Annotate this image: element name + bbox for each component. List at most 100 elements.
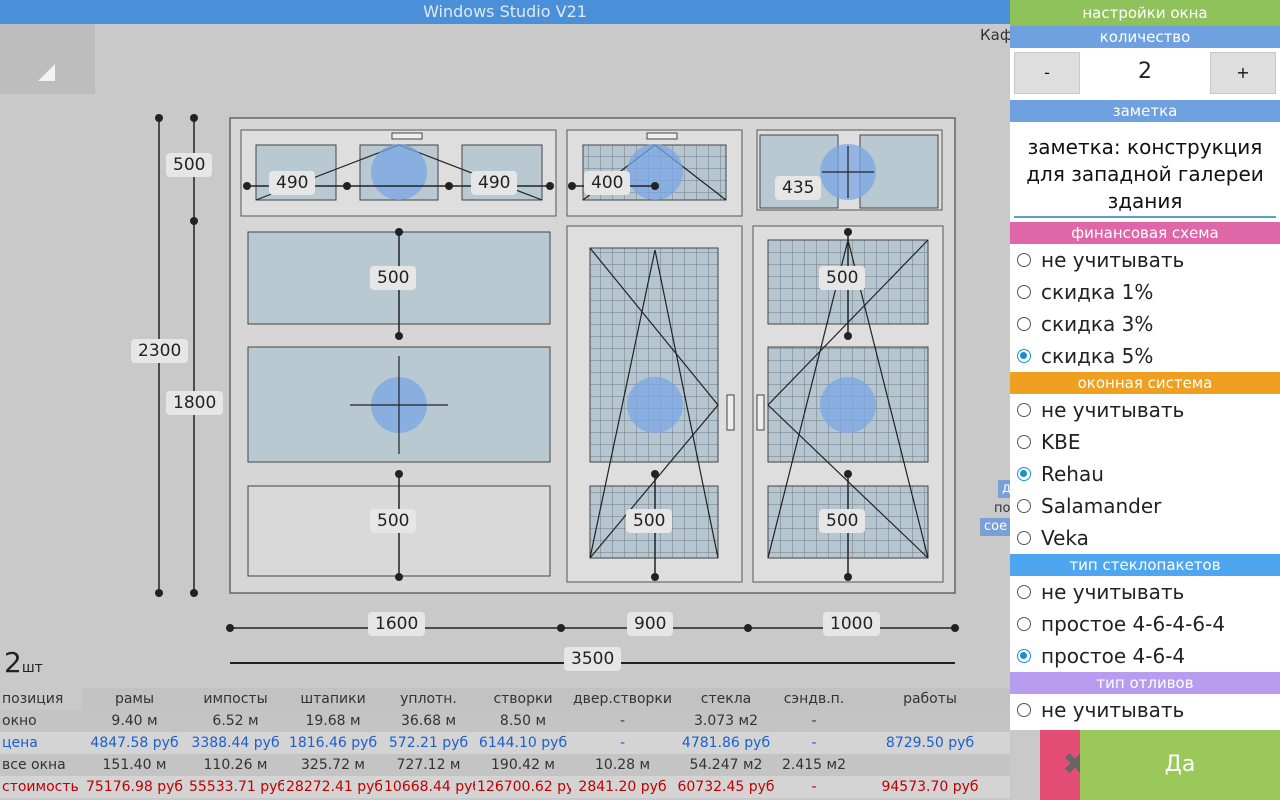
note-field[interactable]: заметка: конструкция для западной галере… [1014,126,1276,218]
glass-option[interactable]: не учитывать [1010,576,1280,608]
section-quantity: количество [1010,26,1280,48]
dim-v-total[interactable]: 2300 [131,339,189,363]
stats-header-cell: работы [850,688,1010,710]
dim-top-sash-4[interactable]: 435 [775,176,822,200]
stats-row-cost: стоимость 75176.98 руб 55533.71 руб 2827… [0,776,1010,798]
stats-header-cell: рамы [82,688,187,710]
stats-cell: 2841.20 руб [578,779,667,795]
stats-cell: 36.68 м [400,713,457,729]
stats-cell: 60732.45 руб [677,779,775,795]
stats-cell: 110.26 м [203,757,268,773]
sys-option[interactable]: Rehau [1010,458,1280,490]
stats-header-cell: двер.створки [571,688,674,710]
stats-cell: 10668.44 руб [384,779,475,795]
glass-option-label: простое 4-6-4 [1041,644,1186,668]
stats-header-cell: позиция [2,691,64,707]
drip-option-label: не учитывать [1041,698,1185,722]
radio-icon [1017,585,1031,599]
settings-panel: настройки окна количество - 2 + заметка … [1010,0,1280,730]
fin-option-label: скидка 3% [1041,312,1154,336]
stats-cell: 1816.46 руб [288,735,378,751]
glass-option[interactable]: простое 4-6-4-6-4 [1010,608,1280,640]
glass-option-label: простое 4-6-4-6-4 [1041,612,1226,636]
stats-cell: 727.12 м [396,757,461,773]
glass-option[interactable]: простое 4-6-4 [1010,640,1280,672]
dim-width-total[interactable]: 3500 [564,647,622,671]
dim-top-sash-2[interactable]: 490 [471,171,518,195]
sys-option[interactable]: Salamander [1010,490,1280,522]
dim-door2-top[interactable]: 500 [819,266,866,290]
stats-cell: 190.42 м [491,757,555,773]
window-drawing[interactable] [0,0,1010,640]
radio-icon [1017,285,1031,299]
fin-option[interactable]: не учитывать [1010,244,1280,276]
radio-selected-icon [1017,467,1031,481]
quantity-display: 2шт [4,646,43,679]
section-glass: тип стеклопакетов [1010,554,1280,576]
dim-width-mid[interactable]: 900 [627,612,674,636]
dim-v-bottom[interactable]: 1800 [166,391,224,415]
sys-option[interactable]: KBE [1010,426,1280,458]
fin-option-label: скидка 5% [1041,344,1154,368]
stats-cell [850,710,1010,732]
quantity-minus-button[interactable]: - [1014,52,1080,94]
dim-width-right[interactable]: 1000 [823,612,881,636]
stats-header-row: позиция рамы импосты штапики уплотн. ств… [0,688,1010,710]
stats-header-cell: сэндв.п. [778,688,850,710]
sys-option-label: не учитывать [1041,398,1185,422]
radio-icon [1017,403,1031,417]
stats-cell: все окна [2,757,66,773]
stats-row-price: цена 4847.58 руб 3388.44 руб 1816.46 руб… [0,732,1010,754]
dim-top-sash-1[interactable]: 490 [269,171,316,195]
radio-icon [1017,435,1031,449]
dim-v-top[interactable]: 500 [166,153,213,177]
stats-header-cell: импосты [187,688,284,710]
stats-cell: 6144.10 руб [478,735,568,751]
sys-option-label: KBE [1041,430,1081,454]
panel-title: настройки окна [1010,0,1280,26]
quantity-unit: шт [21,660,43,676]
confirm-button[interactable]: Да [1080,730,1280,800]
radio-icon [1017,253,1031,267]
fin-option-label: не учитывать [1041,248,1185,272]
drip-option[interactable]: не учитывать [1010,694,1280,726]
fin-option[interactable]: скидка 3% [1010,308,1280,340]
stats-cell: - [811,735,817,751]
dim-left-lower[interactable]: 500 [370,509,417,533]
stats-row-okno: окно 9.40 м 6.52 м 19.68 м 36.68 м 8.50 … [0,710,1010,732]
stats-cell: 9.40 м [111,713,158,729]
fin-option[interactable]: скидка 5% [1010,340,1280,372]
dim-left-upper[interactable]: 500 [370,266,417,290]
fin-option-label: скидка 1% [1041,280,1154,304]
radio-icon [1017,703,1031,717]
side-hint-3[interactable]: сое [980,518,1012,536]
stats-header-cell: створки [475,688,571,710]
radio-selected-icon [1017,349,1031,363]
dim-door1-bottom[interactable]: 500 [626,509,673,533]
sys-option[interactable]: не учитывать [1010,394,1280,426]
dim-door2-bottom[interactable]: 500 [819,509,866,533]
radio-icon [1017,617,1031,631]
quantity-plus-button[interactable]: + [1210,52,1276,94]
dim-width-left[interactable]: 1600 [368,612,426,636]
fin-option[interactable]: скидка 1% [1010,276,1280,308]
quantity-stepper: - 2 + [1010,48,1280,100]
section-note: заметка [1010,100,1280,122]
stats-cell: - [619,713,626,729]
stats-cell: 151.40 м [102,757,167,773]
stats-cell: 4781.86 руб [681,735,771,751]
stats-cell [850,754,1010,776]
sys-option[interactable]: Veka [1010,522,1280,554]
stats-cell: 3.073 м2 [694,713,758,729]
stats-cell: 8.50 м [499,713,547,729]
stats-cell: окно [2,713,37,729]
stats-header-cell: стекла [674,688,778,710]
section-finance: финансовая схема [1010,222,1280,244]
dim-top-sash-3[interactable]: 400 [584,171,631,195]
stats-cell: 55533.71 руб [189,779,284,795]
stats-cell: 6.52 м [212,713,259,729]
quantity-input[interactable]: 2 [1100,52,1190,92]
stats-cell: 572.21 руб [388,735,469,751]
action-bar: ✖ Да [1010,730,1280,800]
sys-option-label: Veka [1041,526,1089,550]
